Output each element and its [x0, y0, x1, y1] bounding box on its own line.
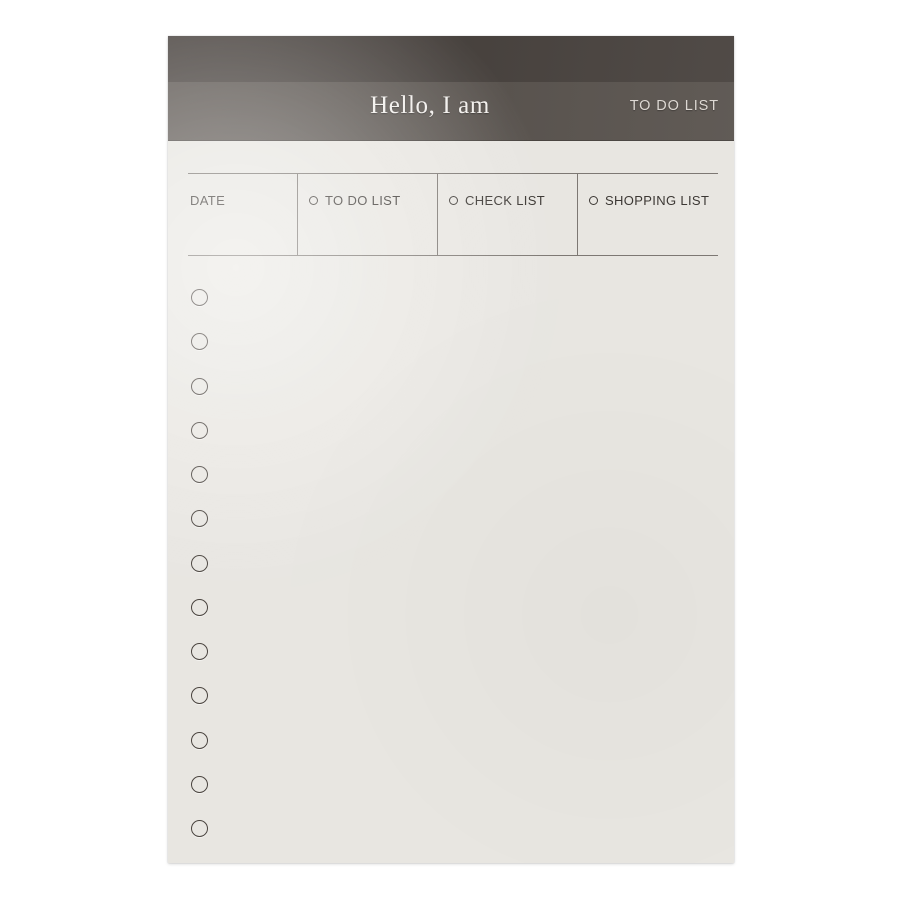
todo-item-list	[190, 288, 230, 863]
category-label: TO DO LIST	[325, 193, 401, 208]
date-label: DATE	[190, 193, 226, 208]
todo-notepad-card: Hello, I am TO DO LIST DATE TO DO LIST C…	[168, 36, 734, 863]
todo-item-text[interactable]	[190, 775, 230, 819]
todo-item-row[interactable]	[190, 421, 230, 465]
todo-item-text[interactable]	[190, 598, 230, 642]
category-label: SHOPPING LIST	[605, 193, 710, 208]
date-field[interactable]: DATE	[188, 174, 297, 255]
todo-item-row[interactable]	[190, 288, 230, 332]
todo-item-text[interactable]	[190, 731, 230, 775]
circle-outline-icon	[309, 196, 318, 205]
todo-item-row[interactable]	[190, 642, 230, 686]
todo-item-text[interactable]	[190, 686, 230, 730]
todo-item-row[interactable]	[190, 377, 230, 421]
circle-outline-icon	[449, 196, 458, 205]
todo-item-row[interactable]	[190, 731, 230, 775]
notepad-header-band: Hello, I am TO DO LIST	[168, 36, 734, 141]
todo-item-text[interactable]	[190, 509, 230, 553]
todo-item-row[interactable]	[190, 509, 230, 553]
todo-item-text[interactable]	[190, 819, 230, 863]
header-band-upper-stripe	[168, 36, 734, 82]
meta-rule-bottom	[188, 255, 718, 256]
category-option-to-do-list[interactable]: TO DO LIST	[297, 174, 437, 255]
todo-item-text[interactable]	[190, 465, 230, 509]
todo-item-text[interactable]	[190, 288, 230, 332]
header-tag-label: TO DO LIST	[629, 98, 719, 114]
meta-block: DATE TO DO LIST CHECK LIST SHOPPING LIST	[188, 173, 718, 256]
todo-item-text[interactable]	[190, 421, 230, 465]
todo-item-text[interactable]	[190, 554, 230, 598]
meta-row: DATE TO DO LIST CHECK LIST SHOPPING LIST	[188, 174, 718, 255]
header-band-bottom-edge	[168, 140, 734, 141]
todo-item-row[interactable]	[190, 686, 230, 730]
todo-item-row[interactable]	[190, 819, 230, 863]
category-label: CHECK LIST	[465, 193, 546, 208]
screenshot-canvas: Hello, I am TO DO LIST DATE TO DO LIST C…	[0, 0, 900, 900]
todo-item-text[interactable]	[190, 642, 230, 686]
todo-item-row[interactable]	[190, 554, 230, 598]
circle-outline-icon	[589, 196, 598, 205]
paper-texture-overlay	[168, 36, 734, 863]
todo-item-row[interactable]	[190, 775, 230, 819]
category-option-check-list[interactable]: CHECK LIST	[437, 174, 577, 255]
category-option-shopping-list[interactable]: SHOPPING LIST	[577, 174, 717, 255]
todo-item-text[interactable]	[190, 377, 230, 421]
todo-item-row[interactable]	[190, 332, 230, 376]
todo-item-row[interactable]	[190, 598, 230, 642]
todo-item-row[interactable]	[190, 465, 230, 509]
todo-item-text[interactable]	[190, 332, 230, 376]
